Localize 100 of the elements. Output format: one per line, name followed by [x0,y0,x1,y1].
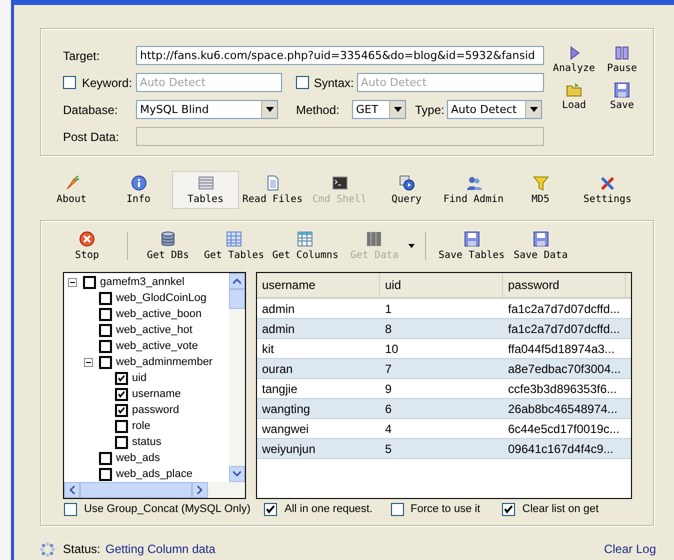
funnel-icon [532,175,548,191]
type-label: Type: [415,102,446,116]
action-button[interactable]: Load [550,82,598,111]
info-icon [130,175,146,191]
action-button[interactable]: Save [598,82,646,111]
horizontal-scrollbar[interactable] [64,482,245,498]
tree-checkbox[interactable] [115,372,128,384]
table-cell-text: 9 [384,380,393,398]
tab[interactable]: Settings [574,171,641,209]
query-icon [398,175,414,191]
tree-checkbox[interactable] [115,420,128,432]
tree-item[interactable]: password [132,404,180,416]
option-label: Use Group_Concat (MySQL Only) [84,503,250,515]
arrow-left-icon [68,486,76,494]
option-checkbox[interactable] [390,502,404,516]
tree-item[interactable]: web_ads [116,452,160,464]
toolbar-button[interactable]: Get Columns [268,231,342,261]
target-field[interactable]: http://fans.ku6.com/space.php?uid=335465&do=blog&id=5932&fansid [136,46,544,65]
table-cell-text: a8e7edbac70f3004... [507,360,622,378]
tree-item[interactable]: web_adminmember [116,356,213,368]
collapse-toggle-icon[interactable] [84,358,93,366]
columns-icon [297,231,314,247]
vertical-scrollbar[interactable] [229,273,245,482]
option-checkbox[interactable] [64,502,77,516]
tree-item[interactable]: username [132,388,181,400]
tree-item[interactable]: web_active_hot [116,324,192,336]
toolbar-button[interactable]: Save Tables [434,231,509,261]
tree-checkbox[interactable] [99,468,112,480]
table-cell-text: 7 [384,360,393,378]
tree-checkbox[interactable] [115,404,128,416]
tree-item[interactable]: web_GlodCoinLog [116,292,207,304]
scroll-thumb[interactable] [80,482,192,498]
toolbar-button[interactable]: Stop [55,231,119,261]
type-dropdown[interactable]: Auto Detect [447,100,542,119]
syntax-checkbox[interactable] [296,76,309,89]
status-label: Status: [63,542,100,556]
option-checkbox[interactable] [264,502,278,516]
tree-checkbox[interactable] [99,308,112,320]
stop-icon [79,231,95,247]
collapse-toggle-icon[interactable] [68,278,77,286]
table-cell-text: ouran [261,360,294,378]
checkmark-icon [503,504,514,514]
clear-log-link[interactable]: Clear Log [604,542,656,556]
tree-item[interactable]: role [132,420,150,432]
tree-item[interactable]: status [132,436,162,448]
document-icon [264,175,280,191]
dropdown-arrow-button[interactable] [406,244,418,248]
table-icon [226,231,242,247]
tree-item[interactable]: uid [132,372,147,384]
toolbar-button[interactable]: Get DBs [136,231,200,261]
toolbar-button[interactable]: Save Data [508,231,573,261]
column-header[interactable]: uid [380,273,503,297]
carrot-icon [64,175,80,191]
keyword-checkbox[interactable] [63,76,76,89]
tab[interactable]: About [38,171,105,209]
option-label: Clear list on get [522,503,599,515]
tree-item[interactable]: web_ads_place [116,468,192,480]
tree-checkbox[interactable] [115,388,128,400]
tab[interactable]: Read Files [239,171,306,209]
tab[interactable]: Info [105,171,172,209]
tree-item[interactable]: web_active_boon [116,308,202,320]
scroll-thumb[interactable] [229,289,245,309]
option-checkbox[interactable] [502,502,516,516]
spinner-icon [40,542,55,556]
tree-checkbox[interactable] [99,324,112,336]
table-cell-text: wangwei [261,420,310,438]
tree-item[interactable]: web_active_vote [116,340,198,352]
tree-checkbox[interactable] [99,340,112,352]
option-label: Force to use it [410,503,480,515]
option-label: All in one request. [284,503,373,515]
tree-checkbox[interactable] [99,356,112,368]
syntax-field[interactable]: Auto Detect [356,73,544,92]
tab[interactable]: MD5 [507,171,574,209]
tree-checkbox[interactable] [83,276,96,288]
table-cell-text: 5 [384,440,393,458]
tab[interactable]: Tables [172,171,239,209]
table-cell-text: ccfe3b3d896353f6... [507,380,618,398]
dropdown-arrow-icon [394,107,402,112]
database-dropdown[interactable]: MySQL Blind [136,100,278,119]
tree-item[interactable]: gamefm3_annkel [100,276,184,288]
dropdown-arrow-icon [266,107,274,112]
tab[interactable]: Find Admin [440,171,507,209]
table-cell-text: 1 [384,300,393,318]
tree-checkbox[interactable] [99,292,112,304]
column-header[interactable]: password [503,273,626,297]
table-cell-text: wangting [261,400,312,418]
column-header[interactable]: username [257,273,380,297]
method-dropdown[interactable]: GET [352,100,406,119]
keyword-field[interactable]: Auto Detect [136,73,282,92]
tree-checkbox[interactable] [115,436,128,448]
syntax-label: Syntax: [314,76,355,90]
people-icon [466,175,482,191]
table-cell-text: weiyunjun [261,440,316,458]
tab[interactable]: Query [373,171,440,209]
action-button[interactable]: Analyze [550,45,598,74]
toolbar-button[interactable]: Get Tables [200,231,268,261]
tree-checkbox[interactable] [99,452,112,464]
arrow-down-icon [233,470,241,478]
table-cell-text: 26ab8bc46548974... [507,400,618,418]
action-button[interactable]: Pause [598,45,646,74]
